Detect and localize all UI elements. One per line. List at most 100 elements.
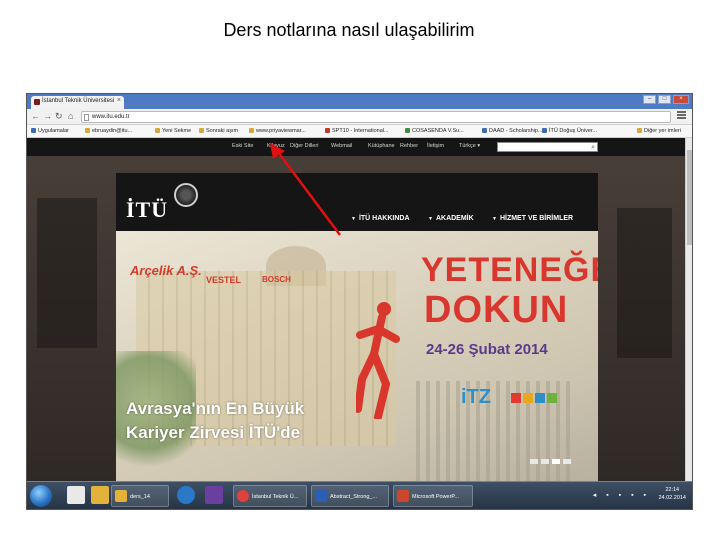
address-bar[interactable]: www.itu.edu.tr bbox=[81, 111, 671, 123]
media-player-icon[interactable] bbox=[67, 486, 85, 504]
slide-title: Ders notlarına nasıl ulaşabilirim bbox=[223, 20, 475, 40]
tile-icon bbox=[523, 393, 533, 403]
banner-headline-1: YETENEĞE bbox=[421, 251, 598, 289]
site-top-nav: Eski Site Kilavuz Diğer Dilleri Webmail … bbox=[27, 138, 692, 156]
chrome-icon bbox=[237, 490, 249, 502]
bookmark-item[interactable]: Yeni Sekme bbox=[155, 128, 191, 134]
sponsor-logo-arcelik: Arçelik A.Ş. bbox=[130, 263, 202, 278]
topnav-link-kutuphane[interactable]: Kütüphane bbox=[368, 143, 395, 149]
sponsor-tiles bbox=[511, 393, 557, 403]
browser-screenshot: İstanbul Teknik Üniversitesi × – □ × ← →… bbox=[26, 93, 693, 510]
clock-date: 24.02.2014 bbox=[658, 495, 686, 501]
clock-time: 22:14 bbox=[665, 487, 680, 493]
tile-icon bbox=[511, 393, 521, 403]
maximize-icon[interactable]: □ bbox=[658, 95, 671, 104]
hero-banner[interactable]: Arçelik A.Ş. VESTEL BOSCH YETENEĞE DOKUN… bbox=[116, 231, 598, 483]
close-window-icon[interactable]: × bbox=[673, 95, 689, 104]
topnav-link-iletisim[interactable]: İletişim bbox=[427, 143, 444, 149]
start-button-icon[interactable] bbox=[30, 485, 52, 507]
banner-tagline-2: Kariyer Zirvesi İTÜ'de bbox=[126, 423, 301, 442]
mainnav-itu-hakkinda[interactable]: ▼ İTÜ HAKKINDA bbox=[351, 215, 410, 222]
browser-tab-strip: İstanbul Teknik Üniversitesi × – □ × bbox=[27, 94, 692, 109]
reload-icon[interactable]: ↻ bbox=[55, 111, 63, 121]
bookmark-item[interactable]: SPT10 - International... bbox=[325, 128, 389, 134]
tile-icon bbox=[547, 393, 557, 403]
banner-date: 24-26 Şubat 2014 bbox=[426, 341, 548, 358]
close-tab-icon[interactable]: × bbox=[117, 97, 121, 104]
bookmark-item[interactable]: DAAD - Scholarship... bbox=[482, 128, 543, 134]
page-scrollbar[interactable] bbox=[685, 138, 692, 483]
bookmark-item[interactable]: COSASENDA V.Su... bbox=[405, 128, 464, 134]
carousel-dot[interactable] bbox=[563, 459, 571, 464]
itz-logo: iTZ bbox=[461, 386, 491, 408]
windows-taskbar: ders_14 İstanbul Teknik Ü... Abstract_St… bbox=[27, 481, 692, 509]
mainnav-hizmet-ve-birimler[interactable]: ▼ HİZMET VE BİRİMLER bbox=[492, 215, 573, 222]
carousel-dots bbox=[530, 459, 571, 464]
dropdown-triangle-icon: ▼ bbox=[351, 216, 356, 222]
taskbar-clock[interactable]: 22:14 24.02.2014 bbox=[658, 486, 686, 502]
carousel-dot[interactable] bbox=[530, 459, 538, 464]
bookmark-item[interactable]: Diğer yer imleri bbox=[637, 128, 681, 134]
mainnav-label: HİZMET VE BİRİMLER bbox=[499, 215, 574, 222]
taskbar-item-label: ders_14 bbox=[130, 494, 150, 500]
itu-favicon-icon bbox=[34, 99, 40, 105]
site-search-input[interactable]: ⌕ bbox=[497, 142, 598, 152]
bookmark-item[interactable]: Uygulamalar bbox=[31, 128, 69, 134]
url-text: www.itu.edu.tr bbox=[92, 114, 130, 120]
taskbar-item-label: Microsoft PowerP... bbox=[412, 494, 459, 500]
itu-logo[interactable]: İTÜ bbox=[126, 197, 168, 223]
internet-explorer-icon[interactable] bbox=[177, 486, 195, 504]
dropdown-triangle-icon: ▼ bbox=[428, 216, 433, 222]
dropdown-triangle-icon: ▼ bbox=[492, 216, 497, 222]
topnav-link-eski-site[interactable]: Eski Site bbox=[232, 143, 253, 149]
minimize-icon[interactable]: – bbox=[643, 95, 656, 104]
home-icon[interactable]: ⌂ bbox=[68, 111, 73, 121]
bookmark-item[interactable]: İTÜ Doğuş Üniver... bbox=[542, 128, 597, 134]
mainnav-label: İTÜ HAKKINDA bbox=[358, 215, 410, 222]
mainnav-akademik[interactable]: ▼ AKADEMİK bbox=[428, 215, 474, 222]
taskbar-item-label: İstanbul Teknik Ü... bbox=[252, 494, 299, 500]
browser-menu-icon[interactable] bbox=[677, 111, 686, 120]
browser-toolbar: ← → ↻ ⌂ www.itu.edu.tr bbox=[27, 109, 692, 125]
browser-tab[interactable]: İstanbul Teknik Üniversitesi × bbox=[31, 96, 124, 109]
topnav-link-diger-diller[interactable]: Diğer Dilleri bbox=[290, 143, 318, 149]
sponsor-logo-bosch: BOSCH bbox=[262, 275, 291, 284]
topnav-link-kilavuz[interactable]: Kilavuz bbox=[267, 143, 285, 149]
app-icon[interactable] bbox=[205, 486, 223, 504]
forward-arrow-icon[interactable]: → bbox=[43, 111, 52, 121]
topnav-link-rehber[interactable]: Rehber bbox=[400, 143, 418, 149]
tab-title: İstanbul Teknik Üniversitesi bbox=[42, 98, 115, 104]
runner-figure-icon bbox=[356, 302, 400, 419]
sponsor-logo-vestel: VESTEL bbox=[206, 275, 242, 285]
powerpoint-icon bbox=[397, 490, 409, 502]
folder-icon bbox=[115, 490, 127, 502]
tile-icon bbox=[535, 393, 545, 403]
taskbar-item-powerpoint[interactable]: Microsoft PowerP... bbox=[393, 485, 473, 507]
page-icon bbox=[84, 114, 89, 121]
scrollbar-thumb[interactable] bbox=[687, 150, 692, 245]
taskbar-item-word[interactable]: Abstract_Strong_... bbox=[311, 485, 389, 507]
bookmarks-bar: Uygulamalar ebruaydin@itu... Yeni Sekme … bbox=[27, 125, 692, 138]
bookmark-item[interactable]: ebruaydin@itu... bbox=[85, 128, 132, 134]
website-viewport: Eski Site Kilavuz Diğer Dilleri Webmail … bbox=[27, 138, 692, 483]
topnav-link-webmail[interactable]: Webmail bbox=[331, 143, 352, 149]
bookmark-item[interactable]: Sonraki aşım bbox=[199, 128, 238, 134]
window-controls: – □ × bbox=[643, 95, 689, 104]
background-window-shape bbox=[37, 198, 97, 348]
bookmark-item[interactable]: www.priyaviewmar... bbox=[249, 128, 306, 134]
site-header: İTÜ ▼ İTÜ HAKKINDA ▼ AKADEMİK ▼ HİZMET VE B… bbox=[116, 173, 598, 231]
explorer-folder-icon[interactable] bbox=[91, 486, 109, 504]
banner-headline-2: DOKUN bbox=[424, 289, 569, 331]
taskbar-item-folder[interactable]: ders_14 bbox=[111, 485, 169, 507]
carousel-dot[interactable] bbox=[541, 459, 549, 464]
background-window-shape bbox=[617, 208, 672, 358]
language-label: Türkçe bbox=[459, 143, 476, 149]
taskbar-item-chrome[interactable]: İstanbul Teknik Ü... bbox=[233, 485, 307, 507]
language-select[interactable]: Türkçe ▾ bbox=[459, 143, 480, 149]
word-doc-icon bbox=[315, 490, 327, 502]
carousel-dot-active[interactable] bbox=[552, 459, 560, 464]
search-icon[interactable]: ⌕ bbox=[591, 143, 595, 152]
banner-tagline-1: Avrasya'nın En Büyük bbox=[126, 399, 305, 418]
back-arrow-icon[interactable]: ← bbox=[31, 111, 40, 121]
system-tray-icons[interactable]: ◂ ▪ ▪ ▪ ▪ bbox=[593, 491, 650, 499]
